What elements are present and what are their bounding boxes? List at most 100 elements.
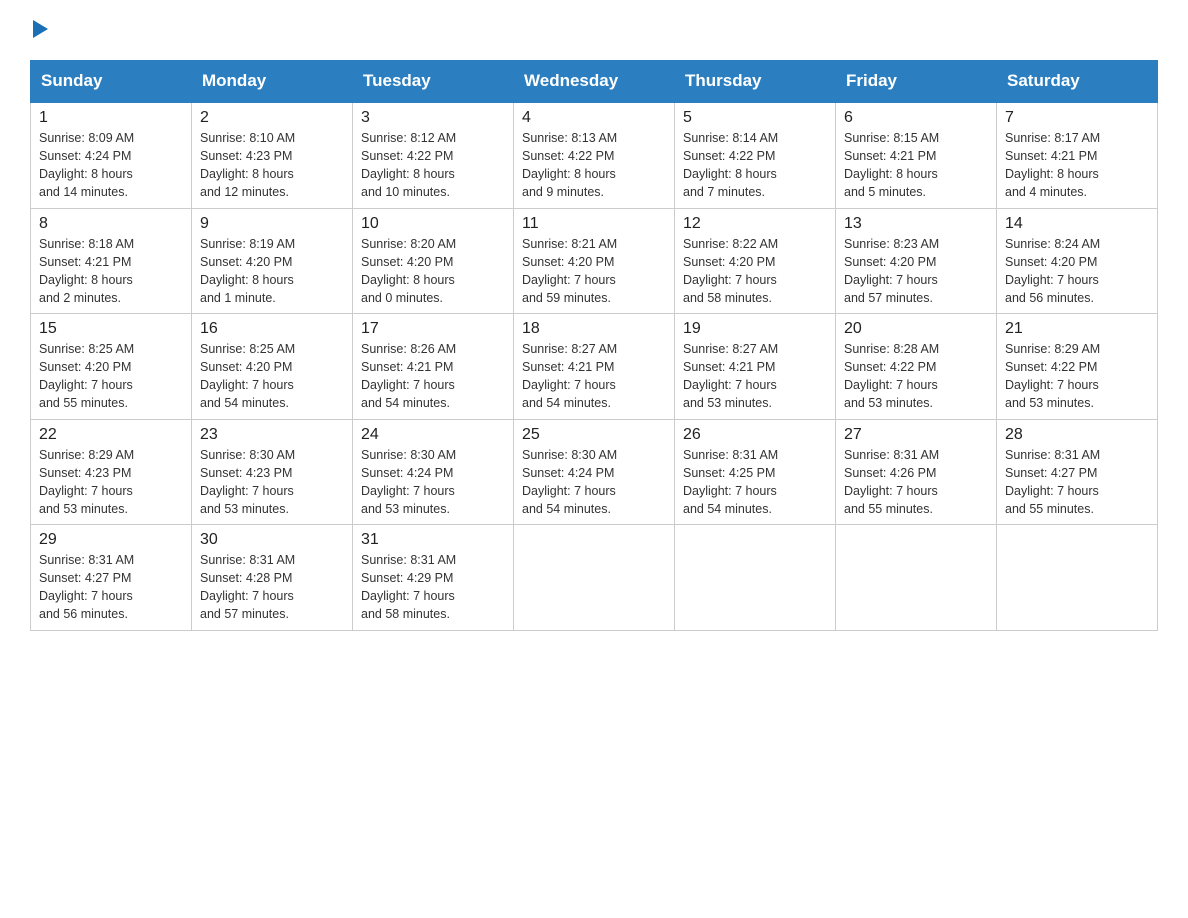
day-number: 24 xyxy=(361,426,505,444)
calendar-cell: 18 Sunrise: 8:27 AMSunset: 4:21 PMDayligh… xyxy=(514,314,675,420)
logo xyxy=(30,20,48,40)
day-number: 20 xyxy=(844,320,988,338)
day-info: Sunrise: 8:09 AMSunset: 4:24 PMDaylight:… xyxy=(39,129,183,202)
calendar-cell: 27Sunrise: 8:31 AMSunset: 4:26 PMDayligh… xyxy=(836,419,997,525)
day-number: 6 xyxy=(844,109,988,127)
calendar-cell: 6 Sunrise: 8:15 AMSunset: 4:21 PMDaylight… xyxy=(836,102,997,208)
day-info: Sunrise: 8:25 AMSunset: 4:20 PMDaylight:… xyxy=(39,340,183,413)
calendar-week-row: 15Sunrise: 8:25 AMSunset: 4:20 PMDayligh… xyxy=(31,314,1158,420)
day-info: Sunrise: 8:25 AMSunset: 4:20 PMDaylight:… xyxy=(200,340,344,413)
header-friday: Friday xyxy=(836,61,997,103)
day-number: 28 xyxy=(1005,426,1149,444)
day-info: Sunrise: 8:19 AMSunset: 4:20 PMDaylight:… xyxy=(200,235,344,308)
calendar-cell: 16Sunrise: 8:25 AMSunset: 4:20 PMDayligh… xyxy=(192,314,353,420)
day-number: 29 xyxy=(39,531,183,549)
day-number: 19 xyxy=(683,320,827,338)
calendar-cell: 26Sunrise: 8:31 AMSunset: 4:25 PMDayligh… xyxy=(675,419,836,525)
day-number: 30 xyxy=(200,531,344,549)
day-info: Sunrise: 8:13 AMSunset: 4:22 PMDaylight:… xyxy=(522,129,666,202)
calendar-cell: 2 Sunrise: 8:10 AMSunset: 4:23 PMDaylight… xyxy=(192,102,353,208)
day-info: Sunrise: 8:29 AMSunset: 4:23 PMDaylight:… xyxy=(39,446,183,519)
day-info: Sunrise: 8:28 AMSunset: 4:22 PMDaylight:… xyxy=(844,340,988,413)
calendar-cell: 31 Sunrise: 8:31 AMSunset: 4:29 PMDayligh… xyxy=(353,525,514,631)
day-number: 10 xyxy=(361,215,505,233)
calendar-cell: 4 Sunrise: 8:13 AMSunset: 4:22 PMDaylight… xyxy=(514,102,675,208)
day-info: Sunrise: 8:31 AMSunset: 4:29 PMDaylight:… xyxy=(361,551,505,624)
calendar-cell: 11 Sunrise: 8:21 AMSunset: 4:20 PMDayligh… xyxy=(514,208,675,314)
calendar-cell: 3 Sunrise: 8:12 AMSunset: 4:22 PMDaylight… xyxy=(353,102,514,208)
day-number: 4 xyxy=(522,109,666,127)
calendar-cell xyxy=(997,525,1158,631)
day-number: 17 xyxy=(361,320,505,338)
calendar-cell xyxy=(514,525,675,631)
calendar-cell: 13 Sunrise: 8:23 AMSunset: 4:20 PMDayligh… xyxy=(836,208,997,314)
day-info: Sunrise: 8:20 AMSunset: 4:20 PMDaylight:… xyxy=(361,235,505,308)
day-info: Sunrise: 8:23 AMSunset: 4:20 PMDaylight:… xyxy=(844,235,988,308)
calendar-cell: 29Sunrise: 8:31 AMSunset: 4:27 PMDayligh… xyxy=(31,525,192,631)
day-number: 13 xyxy=(844,215,988,233)
day-number: 25 xyxy=(522,426,666,444)
logo-arrow-icon xyxy=(33,20,48,38)
calendar-cell: 9 Sunrise: 8:19 AMSunset: 4:20 PMDaylight… xyxy=(192,208,353,314)
calendar-cell: 28 Sunrise: 8:31 AMSunset: 4:27 PMDayligh… xyxy=(997,419,1158,525)
calendar-cell: 24 Sunrise: 8:30 AMSunset: 4:24 PMDayligh… xyxy=(353,419,514,525)
calendar-cell: 30 Sunrise: 8:31 AMSunset: 4:28 PMDayligh… xyxy=(192,525,353,631)
header-monday: Monday xyxy=(192,61,353,103)
day-info: Sunrise: 8:30 AMSunset: 4:23 PMDaylight:… xyxy=(200,446,344,519)
day-info: Sunrise: 8:12 AMSunset: 4:22 PMDaylight:… xyxy=(361,129,505,202)
day-number: 22 xyxy=(39,426,183,444)
day-info: Sunrise: 8:27 AMSunset: 4:21 PMDaylight:… xyxy=(522,340,666,413)
header-thursday: Thursday xyxy=(675,61,836,103)
day-number: 8 xyxy=(39,215,183,233)
day-info: Sunrise: 8:31 AMSunset: 4:26 PMDaylight:… xyxy=(844,446,988,519)
calendar-cell: 14Sunrise: 8:24 AMSunset: 4:20 PMDayligh… xyxy=(997,208,1158,314)
calendar-cell: 23 Sunrise: 8:30 AMSunset: 4:23 PMDayligh… xyxy=(192,419,353,525)
calendar-week-row: 1Sunrise: 8:09 AMSunset: 4:24 PMDaylight… xyxy=(31,102,1158,208)
calendar-week-row: 22 Sunrise: 8:29 AMSunset: 4:23 PMDayligh… xyxy=(31,419,1158,525)
day-info: Sunrise: 8:15 AMSunset: 4:21 PMDaylight:… xyxy=(844,129,988,202)
day-info: Sunrise: 8:18 AMSunset: 4:21 PMDaylight:… xyxy=(39,235,183,308)
day-number: 18 xyxy=(522,320,666,338)
day-info: Sunrise: 8:17 AMSunset: 4:21 PMDaylight:… xyxy=(1005,129,1149,202)
day-info: Sunrise: 8:29 AMSunset: 4:22 PMDaylight:… xyxy=(1005,340,1149,413)
calendar-cell: 20 Sunrise: 8:28 AMSunset: 4:22 PMDayligh… xyxy=(836,314,997,420)
calendar-cell: 10 Sunrise: 8:20 AMSunset: 4:20 PMDayligh… xyxy=(353,208,514,314)
calendar-week-row: 8 Sunrise: 8:18 AMSunset: 4:21 PMDaylight… xyxy=(31,208,1158,314)
day-info: Sunrise: 8:30 AMSunset: 4:24 PMDaylight:… xyxy=(361,446,505,519)
header-wednesday: Wednesday xyxy=(514,61,675,103)
calendar-header-row: SundayMondayTuesdayWednesdayThursdayFrid… xyxy=(31,61,1158,103)
day-number: 11 xyxy=(522,215,666,233)
calendar-cell: 22 Sunrise: 8:29 AMSunset: 4:23 PMDayligh… xyxy=(31,419,192,525)
day-info: Sunrise: 8:21 AMSunset: 4:20 PMDaylight:… xyxy=(522,235,666,308)
day-number: 31 xyxy=(361,531,505,549)
calendar-week-row: 29Sunrise: 8:31 AMSunset: 4:27 PMDayligh… xyxy=(31,525,1158,631)
day-info: Sunrise: 8:22 AMSunset: 4:20 PMDaylight:… xyxy=(683,235,827,308)
calendar-cell: 25Sunrise: 8:30 AMSunset: 4:24 PMDayligh… xyxy=(514,419,675,525)
day-number: 9 xyxy=(200,215,344,233)
day-number: 3 xyxy=(361,109,505,127)
day-number: 21 xyxy=(1005,320,1149,338)
calendar-cell: 15Sunrise: 8:25 AMSunset: 4:20 PMDayligh… xyxy=(31,314,192,420)
day-info: Sunrise: 8:31 AMSunset: 4:25 PMDaylight:… xyxy=(683,446,827,519)
day-info: Sunrise: 8:14 AMSunset: 4:22 PMDaylight:… xyxy=(683,129,827,202)
day-number: 23 xyxy=(200,426,344,444)
calendar-cell: 21 Sunrise: 8:29 AMSunset: 4:22 PMDayligh… xyxy=(997,314,1158,420)
calendar-cell: 12 Sunrise: 8:22 AMSunset: 4:20 PMDayligh… xyxy=(675,208,836,314)
calendar-cell: 17Sunrise: 8:26 AMSunset: 4:21 PMDayligh… xyxy=(353,314,514,420)
header-saturday: Saturday xyxy=(997,61,1158,103)
calendar-cell: 19 Sunrise: 8:27 AMSunset: 4:21 PMDayligh… xyxy=(675,314,836,420)
day-info: Sunrise: 8:31 AMSunset: 4:27 PMDaylight:… xyxy=(1005,446,1149,519)
day-info: Sunrise: 8:24 AMSunset: 4:20 PMDaylight:… xyxy=(1005,235,1149,308)
calendar-cell xyxy=(836,525,997,631)
header-tuesday: Tuesday xyxy=(353,61,514,103)
day-info: Sunrise: 8:10 AMSunset: 4:23 PMDaylight:… xyxy=(200,129,344,202)
header-sunday: Sunday xyxy=(31,61,192,103)
calendar-cell: 7Sunrise: 8:17 AMSunset: 4:21 PMDaylight… xyxy=(997,102,1158,208)
day-info: Sunrise: 8:27 AMSunset: 4:21 PMDaylight:… xyxy=(683,340,827,413)
day-number: 2 xyxy=(200,109,344,127)
day-info: Sunrise: 8:31 AMSunset: 4:28 PMDaylight:… xyxy=(200,551,344,624)
calendar-cell: 5Sunrise: 8:14 AMSunset: 4:22 PMDaylight… xyxy=(675,102,836,208)
day-number: 12 xyxy=(683,215,827,233)
calendar-cell: 8 Sunrise: 8:18 AMSunset: 4:21 PMDaylight… xyxy=(31,208,192,314)
calendar-cell: 1Sunrise: 8:09 AMSunset: 4:24 PMDaylight… xyxy=(31,102,192,208)
